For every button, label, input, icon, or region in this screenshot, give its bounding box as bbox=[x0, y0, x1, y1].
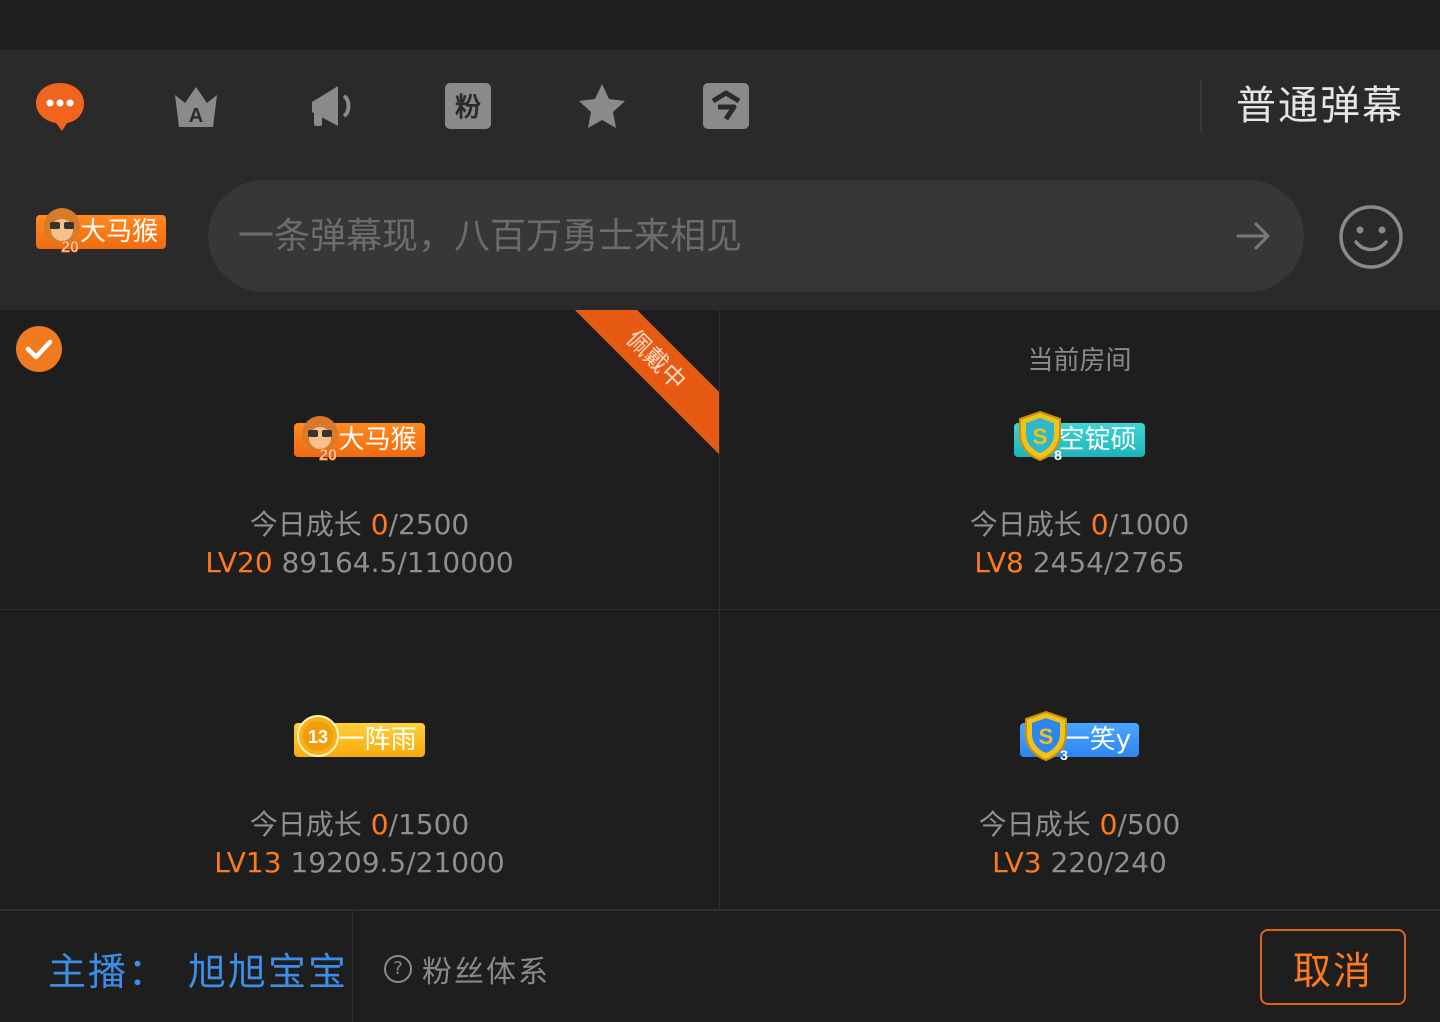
svg-text:粉: 粉 bbox=[455, 93, 481, 123]
fan-system-label: 粉丝体系 bbox=[422, 955, 550, 990]
level-progress: LV3 220/240 bbox=[992, 846, 1167, 879]
emoji-icon[interactable] bbox=[1338, 204, 1404, 270]
today-growth: 今日成长 0/1000 bbox=[969, 508, 1190, 541]
grid-divider bbox=[719, 310, 720, 910]
medal-level-icon: 13 bbox=[297, 715, 340, 757]
fan-badge-grid: 佩戴中 20 大马猴 今日成长 0/2500 LV20 89164.5/1100… bbox=[0, 310, 1440, 910]
svg-text:8: 8 bbox=[1055, 447, 1063, 462]
fan-badge-card[interactable]: 13 一阵雨 今日成长 0/1500 LV13 19209.5/21000 bbox=[0, 610, 719, 909]
shield-s-icon: S 8 bbox=[1019, 410, 1063, 462]
danmaku-mode-selector[interactable]: 普通弹幕 bbox=[1236, 80, 1404, 132]
fan-badge: 13 一阵雨 bbox=[294, 715, 425, 758]
svg-text:20: 20 bbox=[320, 447, 338, 462]
footer-bar: 主播： 旭旭宝宝 ? 粉丝体系 取消 bbox=[0, 910, 1440, 1022]
fan-badge: S 8 空锭硕 bbox=[1014, 410, 1145, 462]
svg-text:S: S bbox=[1038, 724, 1053, 749]
fan-badge-icon[interactable]: 粉 bbox=[440, 78, 496, 134]
danmaku-input-bar: 20 大马猴 bbox=[0, 162, 1440, 310]
danmaku-input[interactable] bbox=[238, 208, 1198, 264]
current-room-label: 当前房间 bbox=[1027, 346, 1132, 376]
star-icon[interactable] bbox=[574, 78, 630, 134]
send-arrow-icon[interactable] bbox=[1234, 216, 1274, 256]
fan-badge: 20 大马猴 bbox=[294, 416, 425, 462]
anchor-label: 主播： bbox=[48, 950, 169, 994]
cancel-button[interactable]: 取消 bbox=[1260, 929, 1406, 1005]
today-growth: 今日成长 0/500 bbox=[978, 808, 1181, 841]
today-growth: 今日成长 0/1500 bbox=[249, 808, 470, 841]
monkey-avatar-icon: 20 bbox=[302, 416, 339, 462]
fan-badge: S 3 一笑y bbox=[1019, 710, 1140, 762]
anchor-name: 旭旭宝宝 bbox=[188, 950, 349, 994]
svg-text:13: 13 bbox=[308, 727, 328, 747]
anchor-info[interactable]: 主播： 旭旭宝宝 bbox=[48, 941, 348, 996]
svg-text:20: 20 bbox=[61, 239, 79, 254]
selected-check-icon bbox=[16, 326, 62, 372]
danmaku-toolbar: A 粉 普通弹幕 bbox=[0, 50, 1440, 162]
help-circle-icon: ? bbox=[384, 955, 412, 983]
today-growth: 今日成长 0/2500 bbox=[249, 508, 470, 541]
footer-divider bbox=[352, 911, 353, 1022]
megaphone-icon[interactable] bbox=[304, 78, 360, 134]
svg-text:A: A bbox=[189, 105, 203, 127]
fan-system-link[interactable]: ? 粉丝体系 bbox=[384, 947, 550, 991]
fan-badge-card[interactable]: S 3 一笑y 今日成长 0/500 LV3 220/240 bbox=[720, 610, 1439, 909]
danmaku-input-pill bbox=[208, 180, 1304, 292]
fan-badge-card[interactable]: 佩戴中 20 大马猴 今日成长 0/2500 LV20 89164.5/1100… bbox=[0, 310, 719, 609]
toolbar-divider bbox=[1200, 80, 1202, 132]
shield-s-icon: S 3 bbox=[1024, 710, 1068, 762]
grid-divider bbox=[0, 609, 1440, 610]
status-strip bbox=[0, 0, 1440, 50]
fan-badge-card[interactable]: 当前房间 S 8 空锭硕 今日成长 0/1000 LV8 2454/2765 bbox=[720, 310, 1439, 609]
current-fan-badge[interactable]: 20 大马猴 bbox=[36, 208, 167, 254]
monkey-avatar-icon: 20 bbox=[44, 208, 80, 254]
level-progress: LV20 89164.5/110000 bbox=[205, 546, 514, 579]
chat-bubble-icon[interactable] bbox=[32, 78, 88, 134]
level-progress: LV8 2454/2765 bbox=[974, 546, 1185, 579]
command-icon[interactable] bbox=[698, 78, 754, 134]
crown-a-icon[interactable]: A bbox=[168, 78, 224, 134]
svg-text:3: 3 bbox=[1060, 747, 1068, 762]
level-progress: LV13 19209.5/21000 bbox=[214, 846, 505, 879]
svg-text:S: S bbox=[1033, 424, 1048, 449]
